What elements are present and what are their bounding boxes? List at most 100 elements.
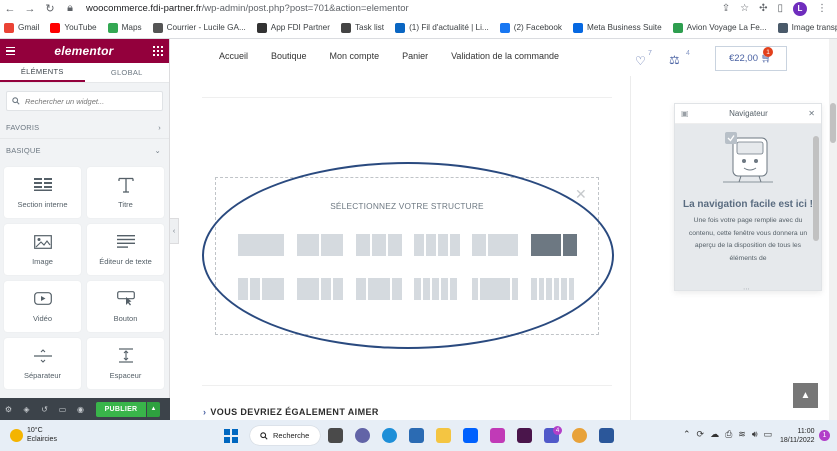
page-scrollbar-track[interactable] <box>829 39 837 420</box>
wishlist-heart-icon[interactable]: ♡ <box>635 54 646 68</box>
bookmark-item[interactable]: Image transparente... <box>777 22 837 33</box>
weather-widget[interactable]: 10°C Eclaircies <box>10 426 57 444</box>
hamburger-menu-icon[interactable] <box>6 46 15 56</box>
printer-icon[interactable]: ⎙ <box>725 429 732 440</box>
url-field[interactable]: woocommerce.fdi-partner.fr/wp-admin/post… <box>86 3 722 14</box>
settings-gear-icon[interactable]: ⚙ <box>4 405 13 414</box>
forward-arrow-icon[interactable]: → <box>20 0 40 17</box>
navigator-header[interactable]: ▣ Navigateur ✕ <box>675 104 821 124</box>
compare-scale-icon[interactable]: ⚖ <box>669 53 680 67</box>
resize-handle-icon[interactable]: ⋯ <box>743 285 750 293</box>
bookmark-label: Image transparente... <box>791 23 837 32</box>
back-arrow-icon[interactable]: ← <box>0 0 20 17</box>
widget-button[interactable]: Bouton <box>87 281 164 332</box>
cart-button[interactable]: €22,00 🛒︎ <box>715 46 787 71</box>
section-divider-top <box>202 97 612 98</box>
share-icon[interactable]: ⇪ <box>722 3 730 14</box>
bookmark-star-icon[interactable]: ☆ <box>740 3 749 14</box>
bookmark-favicon-icon <box>107 22 118 33</box>
publish-options-chevron-icon[interactable]: ▲ <box>147 401 160 417</box>
widget-divider[interactable]: Séparateur <box>4 338 81 389</box>
word-icon[interactable] <box>599 428 614 443</box>
widget-text-editor[interactable]: Éditeur de texte <box>87 224 164 275</box>
bookmark-label: Maps <box>121 23 142 32</box>
nav-link-accueil[interactable]: Accueil <box>219 51 248 61</box>
navigator-scrollbar[interactable] <box>813 136 819 241</box>
heading-icon <box>116 177 136 193</box>
nav-link-validation[interactable]: Validation de la commande <box>451 51 559 61</box>
edge-browser-icon[interactable] <box>382 428 397 443</box>
widget-heading[interactable]: Titre <box>87 167 164 218</box>
battery-icon[interactable]: ▭ <box>764 429 773 440</box>
bookmark-item[interactable]: Gmail <box>4 22 39 33</box>
bookmark-label: Courrier - Lucile GA... <box>166 23 246 32</box>
widget-spacer[interactable]: Espaceur <box>87 338 164 389</box>
widget-search-input[interactable] <box>25 96 155 106</box>
file-explorer-icon[interactable] <box>436 428 451 443</box>
slack-icon[interactable] <box>517 428 532 443</box>
bookmark-item[interactable]: Maps <box>107 22 142 33</box>
onenote-icon[interactable] <box>490 428 505 443</box>
bookmark-favicon-icon <box>256 22 267 33</box>
widget-inner-section[interactable]: Section interne <box>4 167 81 218</box>
collapse-panel-chevron-icon[interactable]: ‹ <box>170 218 179 244</box>
widget-image[interactable]: Image <box>4 224 81 275</box>
bookmark-item[interactable]: Avion Voyage La Fe... <box>672 22 767 33</box>
image-icon <box>33 234 53 250</box>
menu-dots-icon[interactable]: ⋮ <box>817 3 827 14</box>
responsive-mode-icon[interactable]: ▭ <box>58 405 67 414</box>
notification-badge[interactable]: 1 <box>819 430 830 441</box>
chevron-up-icon[interactable]: ⌃ <box>683 429 691 440</box>
preview-eye-icon[interactable]: ◉ <box>76 405 85 414</box>
bookmark-item[interactable]: Courrier - Lucile GA... <box>152 22 246 33</box>
reload-icon[interactable]: ↻ <box>40 0 60 17</box>
sync-icon[interactable]: ⟳ <box>697 429 705 440</box>
bookmark-item[interactable]: Task list <box>340 22 384 33</box>
nav-link-mon-compte[interactable]: Mon compte <box>330 51 380 61</box>
task-view-icon[interactable] <box>328 428 343 443</box>
chrome-icon[interactable] <box>572 428 587 443</box>
microsoft-store-icon[interactable] <box>409 428 424 443</box>
compare-count: 4 <box>686 50 690 57</box>
bookmark-item[interactable]: App FDI Partner <box>256 22 330 33</box>
category-basique[interactable]: BASIQUE ⌄ <box>0 139 169 161</box>
profile-avatar[interactable]: L <box>793 1 807 16</box>
nav-link-boutique[interactable]: Boutique <box>271 51 307 61</box>
bookmark-favicon-icon <box>777 22 788 33</box>
bookmark-label: Meta Business Suite <box>587 23 662 32</box>
search-icon <box>260 431 268 440</box>
publish-button[interactable]: PUBLIER <box>96 401 146 417</box>
bookmark-item[interactable]: YouTube <box>50 22 97 33</box>
nav-link-panier[interactable]: Panier <box>402 51 428 61</box>
teams-chat-icon[interactable] <box>355 428 370 443</box>
scroll-to-top-button[interactable]: ▲ <box>793 383 818 408</box>
dropbox-icon[interactable] <box>463 428 478 443</box>
chevron-right-icon: › <box>158 123 161 132</box>
close-icon[interactable]: ✕ <box>808 109 815 118</box>
windows-start-icon[interactable] <box>224 429 238 443</box>
tab-global[interactable]: GLOBAL <box>85 63 170 82</box>
sidepanel-icon[interactable]: ▯ <box>777 3 783 14</box>
history-icon[interactable]: ↺ <box>40 405 49 414</box>
chevron-right-icon: › <box>203 407 207 417</box>
category-favoris[interactable]: FAVORIS › <box>0 117 169 139</box>
volume-icon[interactable]: 🔊︎ <box>752 429 758 440</box>
related-products-label: VOUS DEVRIEZ ÉGALEMENT AIMER <box>210 407 379 417</box>
lock-icon[interactable]: 🔒︎ <box>60 0 80 17</box>
navigator-layers-icon[interactable]: ◈ <box>22 405 31 414</box>
widget-video[interactable]: Vidéo <box>4 281 81 332</box>
page-scrollbar-thumb[interactable] <box>830 103 836 143</box>
bookmark-favicon-icon <box>499 22 510 33</box>
cloud-icon[interactable]: ☁ <box>710 429 719 440</box>
wifi-icon[interactable]: ≋ <box>738 429 746 440</box>
highlight-ellipse <box>202 162 614 349</box>
bookmark-item[interactable]: (2) Facebook <box>499 22 562 33</box>
bookmark-favicon-icon <box>50 22 61 33</box>
bookmark-item[interactable]: Meta Business Suite <box>573 22 662 33</box>
widgets-grid-icon[interactable] <box>152 45 163 57</box>
taskbar-search[interactable]: Recherche <box>250 426 320 445</box>
extensions-icon[interactable]: ✣ <box>759 3 767 14</box>
bookmark-item[interactable]: (1) Fil d'actualité | Li... <box>395 22 489 33</box>
tab-elements[interactable]: ÉLÉMENTS <box>0 63 85 82</box>
taskbar-clock[interactable]: 11:00 18/11/2022 <box>780 427 815 445</box>
